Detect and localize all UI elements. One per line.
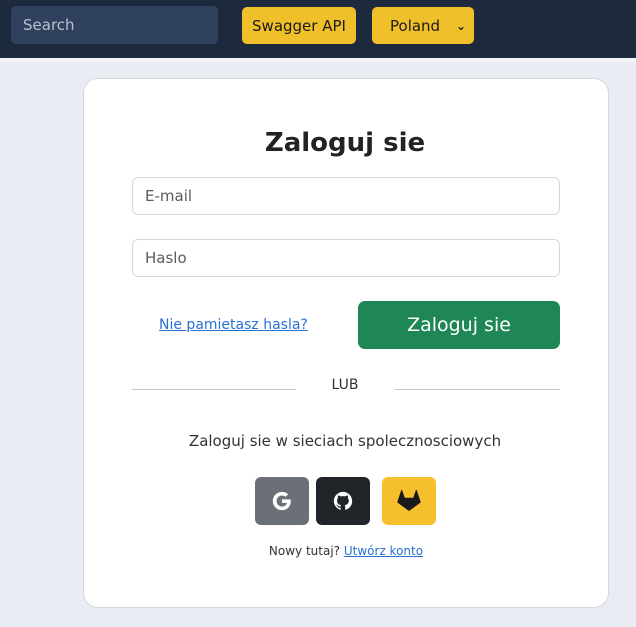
country-select-value: Poland [390, 16, 441, 35]
signup-row: Nowy tutaj? Utwórz konto [0, 544, 636, 558]
github-icon [333, 491, 353, 510]
google-icon [272, 491, 291, 511]
login-button[interactable]: Zaloguj sie [358, 301, 560, 349]
divider-text: LUB [331, 377, 359, 393]
swagger-api-button[interactable]: Swagger API [242, 7, 356, 44]
password-field[interactable] [132, 239, 560, 277]
gitlab-login-button[interactable] [382, 477, 436, 525]
top-navbar: Swagger API Poland ⌄ [0, 0, 636, 58]
page-title: Zaloguj sie [264, 128, 426, 158]
forgot-password-link[interactable]: Nie pamietasz hasla? [159, 317, 308, 333]
signup-link[interactable]: Utwórz konto [344, 544, 423, 558]
search-input[interactable] [11, 6, 218, 44]
country-select[interactable]: Poland ⌄ [372, 7, 474, 44]
github-login-button[interactable] [316, 477, 370, 525]
navbar-divider [0, 58, 636, 62]
email-field[interactable] [132, 177, 560, 215]
signup-prompt: Nowy tutaj? [268, 544, 341, 558]
social-login-heading: Zaloguj sie w sieciach spolecznosciowych [188, 432, 502, 450]
chevron-down-icon: ⌄ [455, 18, 466, 33]
divider-line-right [395, 389, 560, 390]
divider-line-left [132, 389, 296, 390]
google-login-button[interactable] [255, 477, 309, 525]
gitlab-icon [397, 490, 421, 511]
